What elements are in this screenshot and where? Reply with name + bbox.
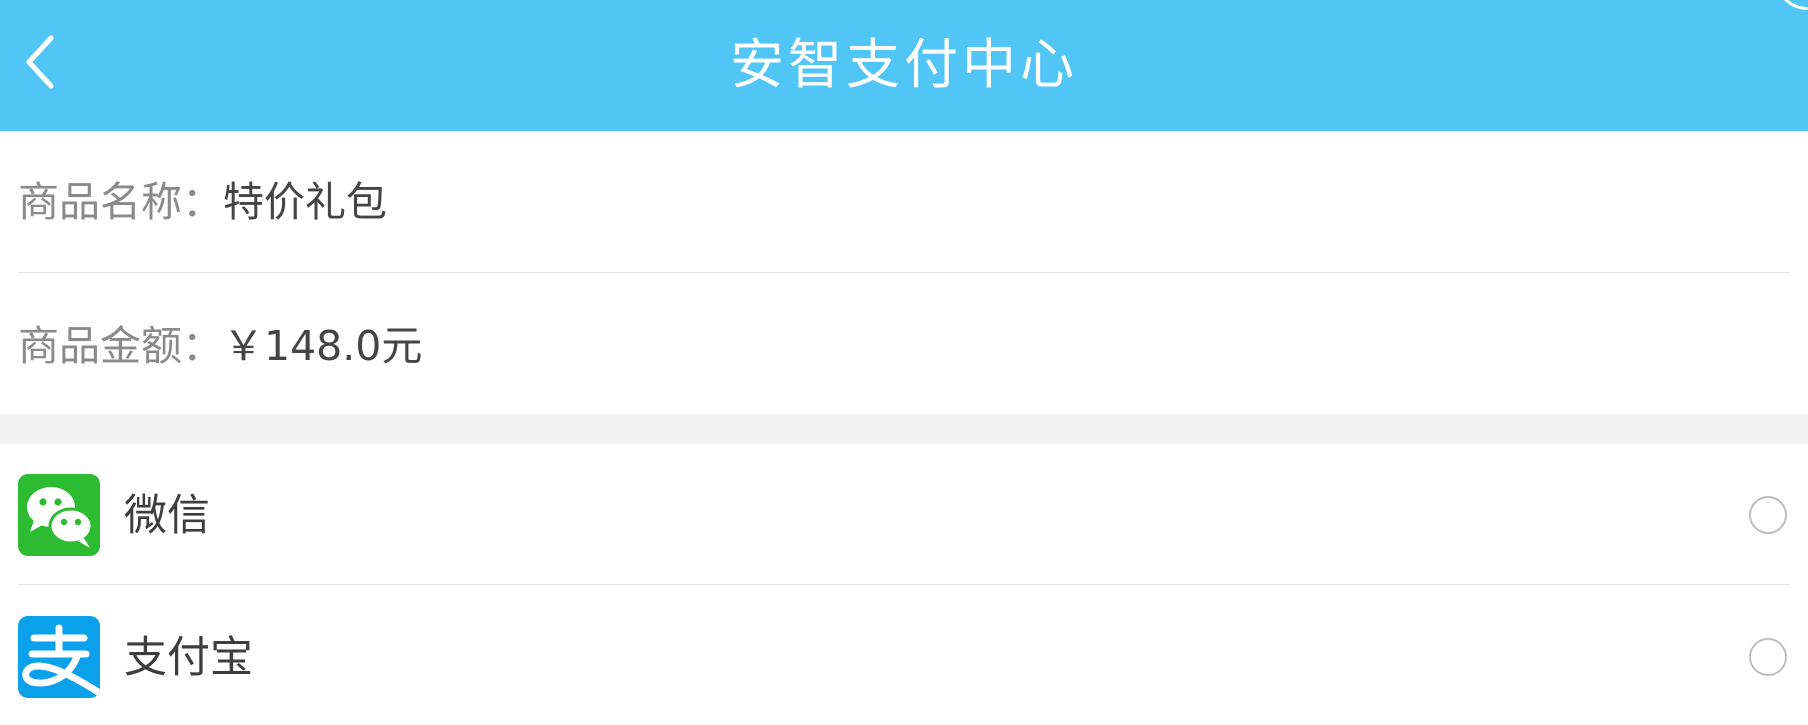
alipay-icon — [18, 616, 100, 698]
product-name-label: 商品名称： — [18, 178, 223, 226]
product-amount-row: 商品金额：￥148.0元 — [18, 316, 422, 376]
corner-decoration — [1778, 0, 1808, 10]
page-title: 安智支付中心 — [730, 33, 1078, 96]
payment-center-page: 安智支付中心 商品名称：特价礼包 商品金额：￥148.0元 微信 支付宝 — [0, 0, 1808, 725]
product-name-row: 商品名称：特价礼包 — [18, 172, 387, 232]
product-name-value: 特价礼包 — [223, 178, 387, 226]
app-header: 安智支付中心 — [0, 0, 1808, 131]
radio-button-wechat[interactable] — [1749, 496, 1787, 534]
radio-button-alipay[interactable] — [1749, 638, 1787, 676]
divider — [18, 584, 1790, 585]
payment-option-alipay[interactable]: 支付宝 — [0, 608, 1808, 708]
payment-option-label: 支付宝 — [124, 633, 253, 683]
section-separator — [0, 414, 1808, 444]
payment-option-wechat[interactable]: 微信 — [0, 466, 1808, 566]
product-amount-label: 商品金额： — [18, 322, 223, 370]
wechat-icon — [18, 474, 100, 556]
product-amount-value: ￥148.0元 — [223, 322, 423, 370]
divider — [18, 272, 1790, 273]
payment-option-label: 微信 — [124, 491, 210, 541]
